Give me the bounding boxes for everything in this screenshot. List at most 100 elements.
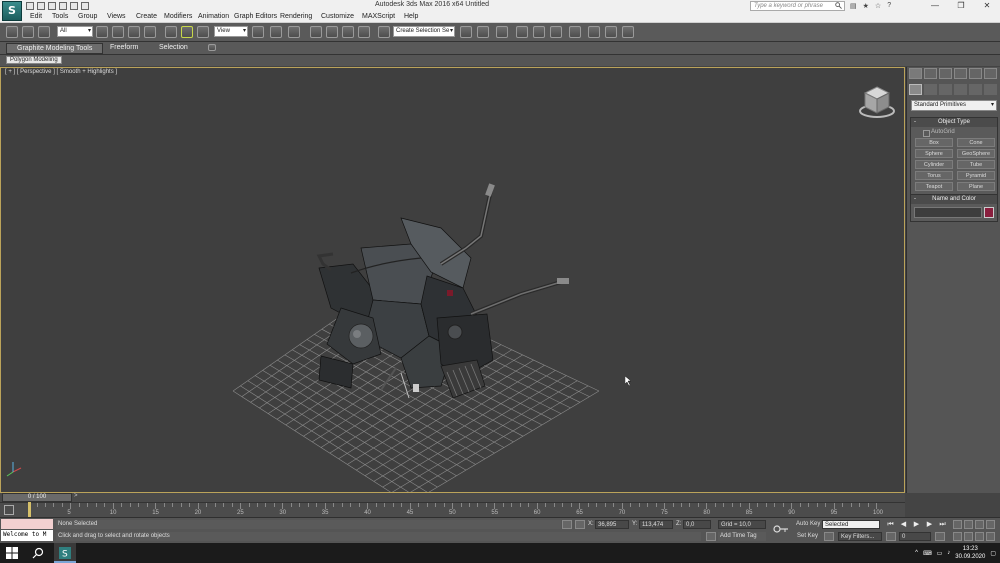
tab-selection[interactable]: Selection xyxy=(159,44,188,51)
move-icon[interactable] xyxy=(165,26,177,38)
app-logo-icon[interactable]: S xyxy=(2,1,22,21)
object-type-header[interactable]: Object Type xyxy=(911,118,997,127)
cone-button[interactable]: Cone xyxy=(957,138,995,147)
layer-explorer-icon[interactable] xyxy=(496,26,508,38)
perspective-viewport[interactable]: [ + ] [ Perspective ] [ Smooth + Highlig… xyxy=(0,67,905,493)
plane-button[interactable]: Plane xyxy=(957,182,995,191)
menu-create[interactable]: Create xyxy=(136,13,157,20)
box-button[interactable]: Box xyxy=(915,138,953,147)
z-coordinate-field[interactable]: 0,0 xyxy=(683,520,711,529)
viewcube-icon[interactable] xyxy=(857,83,897,123)
named-selection-dropdown[interactable]: Create Selection Se xyxy=(393,26,455,37)
ribbon-options-icon[interactable] xyxy=(208,44,216,51)
tab-graphite-modeling-tools[interactable]: Graphite Modeling Tools xyxy=(6,43,104,54)
graphite-toggle-icon[interactable] xyxy=(516,26,528,38)
modify-tab-icon[interactable] xyxy=(924,68,937,79)
render-setup-icon[interactable] xyxy=(588,26,600,38)
menu-edit[interactable]: Edit xyxy=(30,13,42,20)
edit-named-selection-icon[interactable] xyxy=(378,26,390,38)
new-icon[interactable] xyxy=(26,2,34,10)
search-icon[interactable] xyxy=(835,2,842,9)
y-coordinate-field[interactable]: 113,474 xyxy=(639,520,673,529)
close-button[interactable]: ✕ xyxy=(974,0,1000,12)
minimize-button[interactable]: — xyxy=(922,0,948,12)
percent-snap-icon[interactable] xyxy=(342,26,354,38)
play-icon[interactable]: ▶ xyxy=(912,520,921,529)
redo-icon[interactable] xyxy=(70,2,78,10)
time-slider-next[interactable]: > xyxy=(74,493,82,502)
subscription-icon[interactable]: ▤ xyxy=(850,2,857,10)
select-object-icon[interactable] xyxy=(96,26,108,38)
object-name-field[interactable] xyxy=(914,207,983,218)
transform-mode-icon[interactable] xyxy=(575,520,585,529)
zoom-extents-icon[interactable] xyxy=(975,520,984,529)
set-key-filter-icon[interactable] xyxy=(824,532,834,541)
field-of-view-icon[interactable] xyxy=(953,532,962,541)
cylinder-button[interactable]: Cylinder xyxy=(915,160,953,169)
cameras-icon[interactable] xyxy=(954,84,967,95)
snaps-toggle-icon[interactable] xyxy=(310,26,322,38)
track-bar[interactable]: 5 10 15 20 25 30 35 40 45 50 55 60 65 70 75 80 85 90 95 100 xyxy=(0,502,905,517)
maxscript-mini-listener[interactable]: Welcome to M xyxy=(1,530,53,541)
undo-icon[interactable] xyxy=(59,2,67,10)
menu-graph-editors[interactable]: Graph Editors xyxy=(234,13,277,20)
spinner-snap-icon[interactable] xyxy=(358,26,370,38)
open-icon[interactable] xyxy=(37,2,45,10)
autogrid-checkbox[interactable]: AutoGrid xyxy=(911,127,997,137)
previous-frame-icon[interactable]: ◀ xyxy=(899,520,908,529)
reference-coordinate-dropdown[interactable]: View xyxy=(214,26,248,37)
torus-button[interactable]: Torus xyxy=(915,171,953,180)
pivot-center-icon[interactable] xyxy=(252,26,264,38)
network-icon[interactable]: ▭ xyxy=(937,550,943,557)
next-frame-icon[interactable]: ▶ xyxy=(925,520,934,529)
name-and-color-header[interactable]: Name and Color xyxy=(911,195,997,204)
go-to-end-icon[interactable]: ⏭ xyxy=(938,520,947,529)
create-tab-icon[interactable] xyxy=(909,68,922,79)
set-key-button[interactable]: Set Key xyxy=(797,533,818,539)
mini-curve-editor-icon[interactable] xyxy=(4,505,14,515)
scene-canvas[interactable] xyxy=(1,68,905,493)
zoom-extents-all-icon[interactable] xyxy=(986,520,995,529)
polygon-modeling-tab[interactable]: Polygon Modeling xyxy=(6,56,62,64)
render-production-icon[interactable] xyxy=(622,26,634,38)
rectangular-selection-icon[interactable] xyxy=(128,26,140,38)
tube-button[interactable]: Tube xyxy=(957,160,995,169)
time-configuration-icon[interactable] xyxy=(935,532,945,541)
windows-start-icon[interactable] xyxy=(6,547,18,559)
help-icon[interactable]: ? xyxy=(887,2,891,10)
object-color-swatch[interactable] xyxy=(984,207,994,218)
mirror-icon[interactable] xyxy=(460,26,472,38)
menu-modifiers[interactable]: Modifiers xyxy=(164,13,192,20)
favorites-icon[interactable]: ☆ xyxy=(875,2,881,10)
rendered-frame-window-icon[interactable] xyxy=(605,26,617,38)
shapes-icon[interactable] xyxy=(924,84,937,95)
keyboard-icon[interactable]: ⌨ xyxy=(923,550,932,557)
menu-customize[interactable]: Customize xyxy=(321,13,354,20)
menu-views[interactable]: Views xyxy=(107,13,126,20)
unlink-icon[interactable] xyxy=(22,26,34,38)
scale-icon[interactable] xyxy=(197,26,209,38)
x-coordinate-field[interactable]: 36,895 xyxy=(595,520,629,529)
go-to-start-icon[interactable]: ⏮ xyxy=(886,520,895,529)
volume-icon[interactable]: ♪ xyxy=(947,550,950,556)
add-time-tag-button[interactable]: Add Time Tag xyxy=(718,532,766,541)
maximize-button[interactable]: ❐ xyxy=(948,0,974,12)
selection-filter-dropdown[interactable]: All xyxy=(57,26,93,37)
bind-space-warp-icon[interactable] xyxy=(38,26,50,38)
project-folder-icon[interactable] xyxy=(81,2,89,10)
maximize-viewport-icon[interactable] xyxy=(986,532,995,541)
menu-maxscript[interactable]: MAXScript xyxy=(362,13,395,20)
zoom-all-icon[interactable] xyxy=(964,520,973,529)
current-frame-field[interactable]: 0 xyxy=(899,532,931,541)
vehicle-model[interactable] xyxy=(316,183,569,399)
select-by-name-icon[interactable] xyxy=(112,26,124,38)
sphere-button[interactable]: Sphere xyxy=(915,149,953,158)
tab-freeform[interactable]: Freeform xyxy=(110,44,138,51)
tray-overflow-icon[interactable]: ^ xyxy=(915,550,918,556)
key-filters-button[interactable]: Key Filters... xyxy=(838,532,882,541)
zoom-icon[interactable] xyxy=(953,520,962,529)
time-tag-icon[interactable] xyxy=(706,532,716,541)
key-icon[interactable] xyxy=(773,524,789,534)
schematic-view-icon[interactable] xyxy=(550,26,562,38)
menu-group[interactable]: Group xyxy=(78,13,97,20)
